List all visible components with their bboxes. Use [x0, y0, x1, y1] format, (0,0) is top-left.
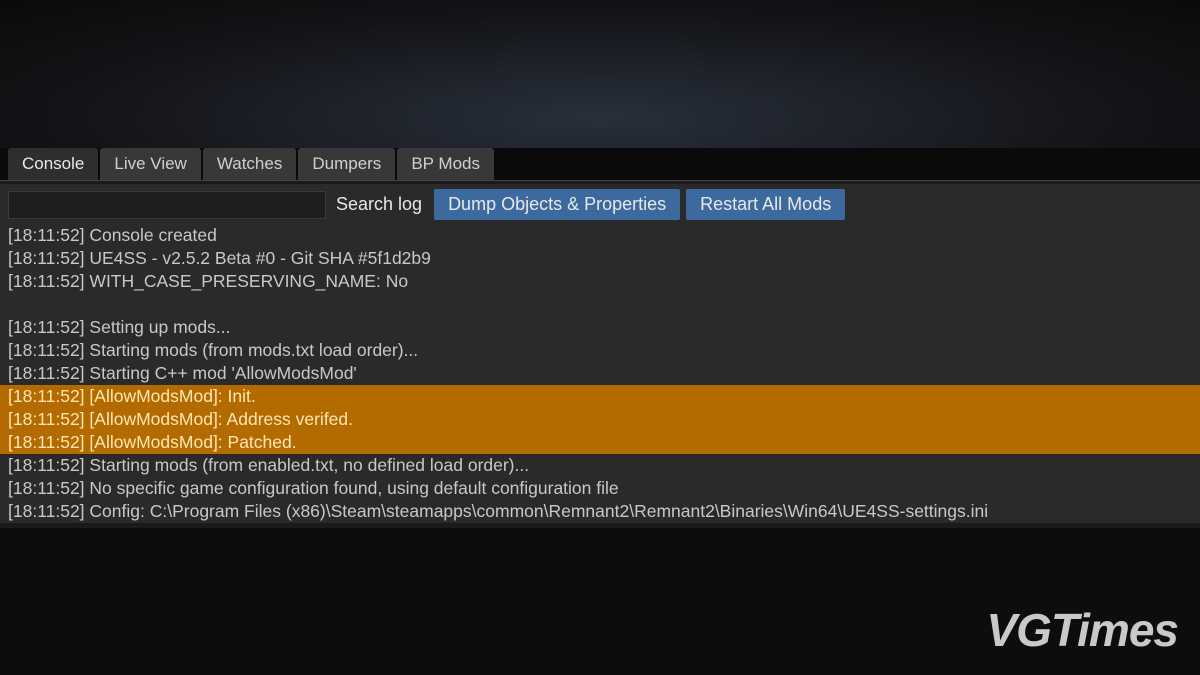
log-timestamp: [18:11:52] — [8, 386, 89, 406]
log-timestamp: [18:11:52] — [8, 455, 89, 475]
log-line: [18:11:52] [AllowModsMod]: Init. — [0, 385, 1200, 408]
log-timestamp: [18:11:52] — [8, 409, 89, 429]
log-line: [18:11:52] Starting mods (from enabled.t… — [0, 454, 1200, 477]
log-line: [18:11:52] Starting C++ mod 'AllowModsMo… — [0, 362, 1200, 385]
game-backdrop — [0, 0, 1200, 148]
log-message: Starting mods (from enabled.txt, no defi… — [89, 455, 529, 475]
log-line: [18:11:52] No specific game configuratio… — [0, 477, 1200, 500]
tab-bar: Console Live View Watches Dumpers BP Mod… — [0, 148, 1200, 181]
tab-bp-mods[interactable]: BP Mods — [397, 148, 494, 180]
log-timestamp: [18:11:52] — [8, 248, 89, 268]
log-message: Config: C:\Program Files (x86)\Steam\ste… — [89, 501, 988, 521]
log-message: [AllowModsMod]: Address verifed. — [89, 409, 353, 429]
log-timestamp: [18:11:52] — [8, 340, 89, 360]
log-line: [18:11:52] Console created — [0, 224, 1200, 247]
log-message: Starting mods (from mods.txt load order)… — [89, 340, 418, 360]
log-timestamp: [18:11:52] — [8, 317, 89, 337]
log-message: Starting C++ mod 'AllowModsMod' — [89, 363, 356, 383]
console-toolbar: Search log Dump Objects & Properties Res… — [0, 184, 1200, 225]
restart-mods-button[interactable]: Restart All Mods — [686, 189, 845, 220]
log-timestamp: [18:11:52] — [8, 363, 89, 383]
search-input[interactable] — [8, 191, 326, 219]
dump-objects-button[interactable]: Dump Objects & Properties — [434, 189, 680, 220]
log-line: [18:11:52] [AllowModsMod]: Address verif… — [0, 408, 1200, 431]
log-timestamp: [18:11:52] — [8, 501, 89, 521]
log-timestamp: [18:11:52] — [8, 271, 89, 291]
log-timestamp: [18:11:52] — [8, 478, 89, 498]
log-message: Setting up mods... — [89, 317, 230, 337]
search-label: Search log — [336, 194, 422, 215]
tab-dumpers[interactable]: Dumpers — [298, 148, 395, 180]
log-line: [18:11:52] Config: C:\Program Files (x86… — [0, 500, 1200, 523]
log-message: WITH_CASE_PRESERVING_NAME: No — [89, 271, 408, 291]
log-line — [0, 293, 1200, 316]
log-line: [18:11:52] [AllowModsMod]: Patched. — [0, 431, 1200, 454]
log-line: [18:11:52] Starting mods (from mods.txt … — [0, 339, 1200, 362]
log-message: [AllowModsMod]: Init. — [89, 386, 255, 406]
log-line: [18:11:52] WITH_CASE_PRESERVING_NAME: No — [0, 270, 1200, 293]
log-message: [AllowModsMod]: Patched. — [89, 432, 296, 452]
log-timestamp: [18:11:52] — [8, 432, 89, 452]
log-timestamp: [18:11:52] — [8, 225, 89, 245]
log-message: No specific game configuration found, us… — [89, 478, 618, 498]
watermark-logo: VGTimes — [986, 603, 1178, 657]
tab-console[interactable]: Console — [8, 148, 98, 180]
log-line: [18:11:52] Setting up mods... — [0, 316, 1200, 339]
log-line: [18:11:52] UE4SS - v2.5.2 Beta #0 - Git … — [0, 247, 1200, 270]
log-message: UE4SS - v2.5.2 Beta #0 - Git SHA #5f1d2b… — [89, 248, 430, 268]
tab-live-view[interactable]: Live View — [100, 148, 200, 180]
console-log[interactable]: [18:11:52] Console created[18:11:52] UE4… — [0, 224, 1200, 523]
log-message: Console created — [89, 225, 216, 245]
tab-watches[interactable]: Watches — [203, 148, 297, 180]
